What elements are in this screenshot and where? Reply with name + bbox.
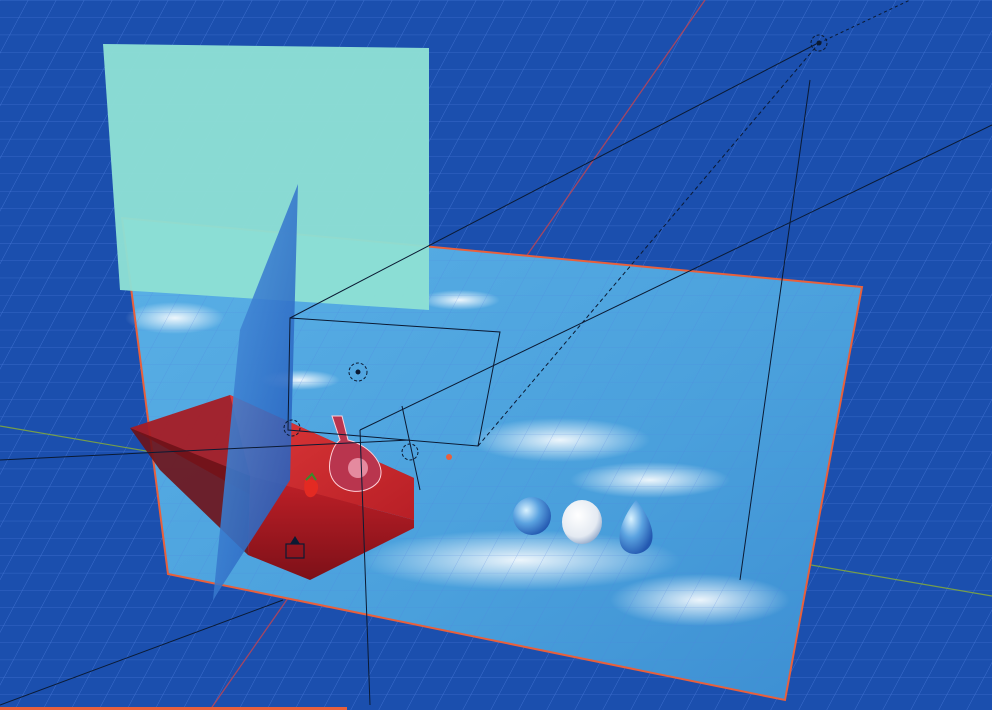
white-egg[interactable] — [562, 500, 602, 544]
3d-viewport[interactable] — [0, 0, 992, 710]
viewport-canvas[interactable] — [0, 0, 992, 710]
glass-sphere[interactable] — [513, 497, 551, 535]
origin-dot — [446, 454, 452, 460]
